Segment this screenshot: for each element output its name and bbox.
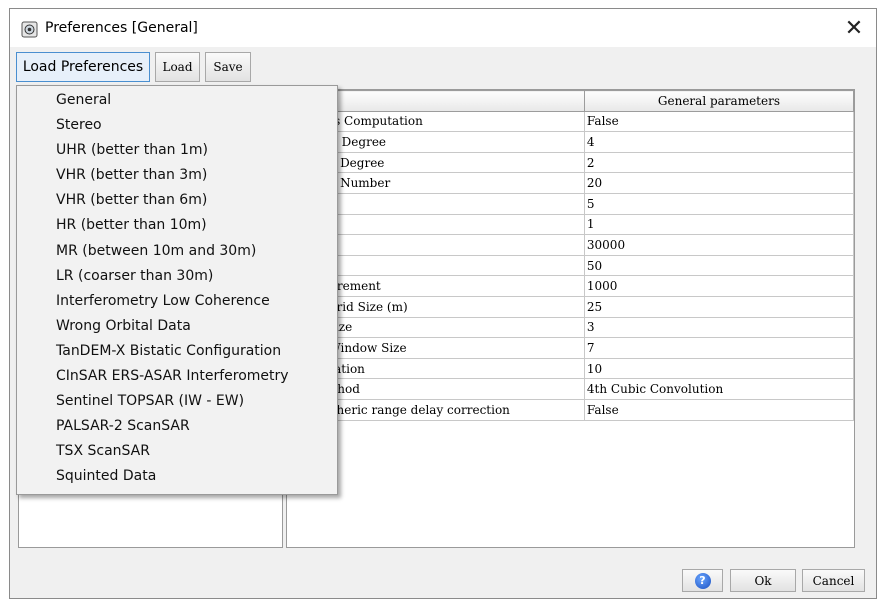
app-icon: [21, 21, 38, 38]
parameter-value-cell[interactable]: 2: [583, 151, 854, 174]
parameter-value-cell[interactable]: 20: [583, 172, 854, 194]
menu-item[interactable]: MR (between 10m and 30m): [17, 239, 337, 264]
ok-label: Ok: [754, 573, 772, 588]
load-label: Load: [162, 60, 193, 74]
table-row[interactable]: lation Window Size 7: [287, 337, 854, 359]
menu-item[interactable]: UHR (better than 1m): [17, 138, 337, 163]
column-header-value: General parameters: [583, 90, 854, 112]
load-preferences-button[interactable]: Load Preferences: [16, 52, 150, 82]
table-row[interactable]: AZ Poly Degree2: [287, 151, 854, 174]
menu-item[interactable]: Wrong Orbital Data: [17, 314, 337, 339]
save-label: Save: [213, 60, 243, 74]
table-row[interactable]: RG Poly Degree 4: [287, 131, 854, 153]
load-preferences-menu: General Stereo UHR (better than 1m) VHR (be…: [16, 85, 338, 495]
menu-item[interactable]: Squinted Data: [17, 464, 337, 489]
parameter-value-cell[interactable]: False: [583, 398, 854, 421]
help-button[interactable]: ?: [682, 569, 723, 592]
parameters-table: General parameters ic Looks Computation F…: [287, 90, 854, 421]
menu-item[interactable]: VHR (better than 6m): [17, 188, 337, 213]
table-header-row: General parameters: [287, 90, 854, 112]
table-row[interactable]: aphic Grid Size (m) 25: [287, 295, 854, 318]
table-row[interactable]: ing Method4th Cubic Convolution: [287, 378, 854, 400]
close-icon: ✕: [844, 15, 864, 41]
parameter-value-cell[interactable]: 4th Cubic Convolution: [583, 378, 854, 400]
parameters-table-panel: General parameters ic Looks Computation F…: [286, 89, 855, 548]
load-preferences-label: Load Preferences: [22, 59, 144, 75]
table-row[interactable]: nterpolation10: [287, 357, 854, 380]
parameter-value-cell[interactable]: False: [583, 110, 854, 133]
table-row[interactable]: ndow Size3: [287, 316, 854, 339]
table-row[interactable]: ize30000: [287, 234, 854, 256]
menu-item[interactable]: TSX ScanSAR: [17, 439, 337, 464]
window-title: Preferences [General]: [45, 20, 198, 36]
preferences-dialog: Preferences [General] ✕ Load Preferences…: [9, 8, 877, 599]
table-row[interactable]: tropospheric range delay correction False: [287, 398, 854, 421]
save-button[interactable]: Save: [205, 52, 251, 82]
menu-item[interactable]: CInSAR ERS-ASAR Interferometry: [17, 364, 337, 389]
parameter-value-cell[interactable]: 4: [583, 131, 854, 153]
menu-item[interactable]: Stereo: [17, 113, 337, 138]
parameter-value-cell[interactable]: 1000: [583, 275, 854, 297]
close-button[interactable]: ✕: [832, 9, 876, 47]
table-row[interactable]: ic Looks Computation False: [287, 110, 854, 133]
parameter-value-cell[interactable]: 10: [583, 357, 854, 380]
menu-item[interactable]: VHR (better than 3m): [17, 163, 337, 188]
ok-button[interactable]: Ok: [730, 569, 796, 592]
load-button[interactable]: Load: [155, 52, 200, 82]
menu-item[interactable]: General: [17, 88, 337, 113]
parameter-value-cell[interactable]: 1: [583, 213, 854, 236]
table-row[interactable]: imit Increment1000: [287, 275, 854, 297]
menu-item[interactable]: PALSAR-2 ScanSAR: [17, 414, 337, 439]
parameter-value-cell[interactable]: 5: [583, 192, 854, 215]
table-row[interactable]: AZ Poly Number 20: [287, 172, 854, 194]
table-row[interactable]: ooks1: [287, 213, 854, 236]
parameter-value-cell[interactable]: 50: [583, 254, 854, 277]
parameter-value-cell[interactable]: 7: [583, 337, 854, 359]
table-row[interactable]: verlap50: [287, 254, 854, 277]
help-icon: ?: [694, 572, 711, 589]
table-row[interactable]: Looks5: [287, 192, 854, 215]
title-bar[interactable]: Preferences [General] ✕: [10, 9, 876, 47]
menu-item[interactable]: Interferometry Low Coherence: [17, 289, 337, 314]
menu-item[interactable]: Sentinel TOPSAR (IW - EW): [17, 389, 337, 414]
menu-item[interactable]: LR (coarser than 30m): [17, 264, 337, 289]
menu-item[interactable]: TanDEM-X Bistatic Configuration: [17, 339, 337, 364]
cancel-button[interactable]: Cancel: [802, 569, 865, 592]
parameter-value-cell[interactable]: 30000: [583, 234, 854, 256]
cancel-label: Cancel: [812, 573, 855, 588]
parameter-value-cell[interactable]: 3: [583, 316, 854, 339]
menu-item[interactable]: HR (better than 10m): [17, 213, 337, 238]
parameter-value-cell[interactable]: 25: [583, 295, 854, 318]
